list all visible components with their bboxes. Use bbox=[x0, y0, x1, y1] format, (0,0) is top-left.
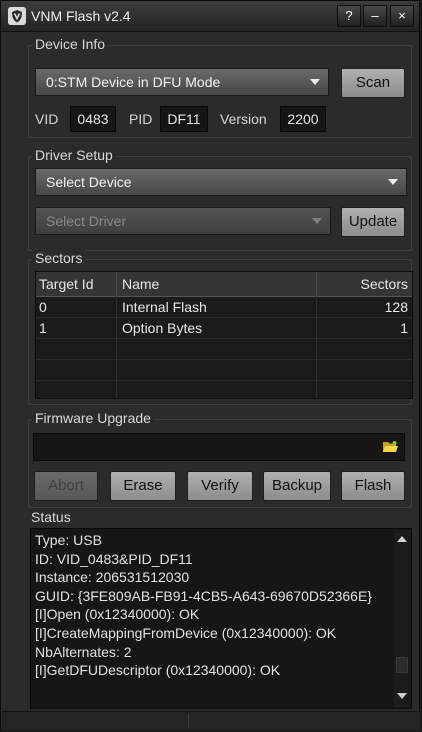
cell-sectors: 1 bbox=[400, 320, 408, 336]
driver-select-value: Select Driver bbox=[46, 213, 127, 229]
table-header: Target Id Name Sectors bbox=[36, 272, 412, 297]
device-select-value: 0:STM Device in DFU Mode bbox=[46, 74, 221, 90]
sectors-label: Sectors bbox=[32, 250, 86, 266]
table-row[interactable]: 0 Internal Flash 128 bbox=[36, 297, 412, 318]
flash-button[interactable]: Flash bbox=[341, 471, 405, 501]
firmware-upgrade-label: Firmware Upgrade bbox=[32, 410, 154, 426]
scroll-down-icon[interactable] bbox=[397, 693, 407, 699]
cell-name: Internal Flash bbox=[122, 299, 207, 315]
minimize-button[interactable]: – bbox=[363, 5, 387, 27]
chevron-down-icon bbox=[312, 218, 322, 224]
status-line: [I]GetDFUDescriptor (0x12340000): OK bbox=[35, 662, 281, 679]
status-log[interactable]: Type: USB ID: VID_0483&PID_DF11 Instance… bbox=[30, 528, 412, 709]
cell-sectors: 128 bbox=[384, 299, 408, 315]
device-driver-select-value: Select Device bbox=[46, 174, 132, 190]
folder-open-icon[interactable] bbox=[382, 440, 398, 454]
cell-target-id: 0 bbox=[39, 299, 47, 315]
status-label: Status bbox=[28, 509, 74, 525]
close-button[interactable]: × bbox=[390, 5, 414, 27]
main-window: VNM Flash v2.4 ? – × Device Info 0:STM D… bbox=[0, 0, 420, 730]
status-line: Type: USB bbox=[35, 532, 102, 548]
bottom-status-bar bbox=[2, 711, 420, 730]
abort-button[interactable]: Abort bbox=[34, 471, 98, 501]
device-driver-select[interactable]: Select Device bbox=[35, 168, 407, 196]
erase-button[interactable]: Erase bbox=[110, 471, 176, 501]
status-scrollbar[interactable] bbox=[394, 530, 410, 707]
driver-select[interactable]: Select Driver bbox=[35, 207, 331, 235]
status-line: Instance: 206531512030 bbox=[35, 569, 190, 586]
status-line: NbAlternates: 2 bbox=[35, 643, 132, 660]
backup-button[interactable]: Backup bbox=[263, 471, 331, 501]
status-bar-divider bbox=[188, 714, 189, 728]
chevron-down-icon bbox=[388, 179, 398, 185]
table-row[interactable]: 1 Option Bytes 1 bbox=[36, 318, 412, 339]
sectors-table: Target Id Name Sectors 0 Internal Flash … bbox=[35, 271, 413, 399]
status-lines: Type: USB ID: VID_0483&PID_DF11 Instance… bbox=[35, 531, 391, 680]
help-button[interactable]: ? bbox=[337, 5, 361, 27]
pid-value: DF11 bbox=[160, 106, 208, 132]
vid-value: 0483 bbox=[70, 106, 116, 132]
firmware-path-field[interactable] bbox=[33, 433, 405, 461]
scroll-up-icon[interactable] bbox=[397, 536, 407, 542]
column-header-target-id[interactable]: Target Id bbox=[39, 272, 93, 296]
status-line: [I]CreateMappingFromDevice (0x12340000):… bbox=[35, 624, 337, 641]
column-header-name[interactable]: Name bbox=[122, 272, 159, 296]
cell-name: Option Bytes bbox=[122, 320, 203, 336]
status-line: [I]Open (0x12340000): OK bbox=[35, 606, 200, 623]
pid-label: PID bbox=[129, 111, 153, 127]
scroll-thumb[interactable] bbox=[396, 657, 408, 673]
status-line: GUID: {3FE809AB-FB91-4CB5-A643-69670D523… bbox=[35, 587, 372, 604]
shield-logo-icon bbox=[8, 7, 26, 25]
update-button[interactable]: Update bbox=[341, 207, 405, 237]
title-bar[interactable]: VNM Flash v2.4 ? – × bbox=[1, 1, 419, 32]
vid-label: VID bbox=[35, 111, 59, 127]
status-line: ID: VID_0483&PID_DF11 bbox=[35, 550, 193, 567]
table-row-empty bbox=[36, 339, 412, 360]
column-divider[interactable] bbox=[116, 272, 117, 296]
column-header-sectors[interactable]: Sectors bbox=[361, 272, 408, 296]
window-title: VNM Flash v2.4 bbox=[31, 8, 131, 24]
device-select[interactable]: 0:STM Device in DFU Mode bbox=[35, 68, 329, 96]
driver-setup-label: Driver Setup bbox=[32, 147, 116, 163]
table-row-empty bbox=[36, 360, 412, 381]
verify-button[interactable]: Verify bbox=[187, 471, 253, 501]
column-divider[interactable] bbox=[316, 272, 317, 296]
device-info-label: Device Info bbox=[32, 36, 109, 52]
scan-button[interactable]: Scan bbox=[341, 68, 405, 98]
chevron-down-icon bbox=[310, 79, 320, 85]
cell-target-id: 1 bbox=[39, 320, 47, 336]
version-label: Version bbox=[220, 111, 267, 127]
version-value: 2200 bbox=[280, 106, 326, 132]
